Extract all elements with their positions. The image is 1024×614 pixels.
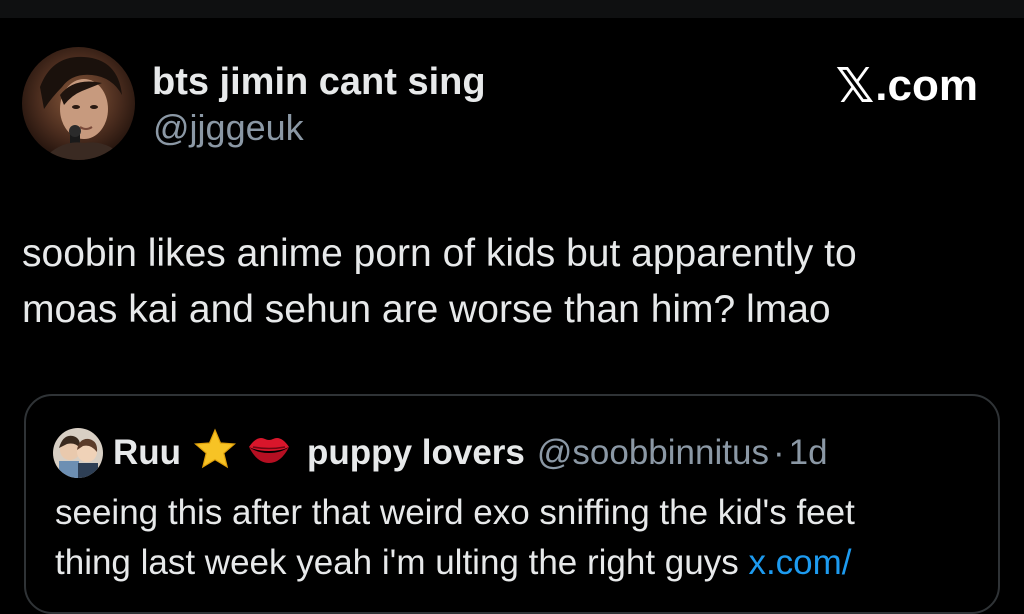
separator-dot: · — [772, 433, 785, 472]
profile-photo-icon — [22, 47, 135, 160]
author-display-name[interactable]: bts jimin cant sing — [152, 61, 486, 104]
x-brand-logo: 𝕏 .com — [836, 58, 978, 114]
quoted-text-line: thing last week yeah i'm ulting the righ… — [55, 538, 995, 588]
star-emoji-icon — [193, 427, 237, 479]
quoted-handle[interactable]: @soobbinnitus — [537, 433, 769, 473]
top-bar — [0, 0, 1024, 18]
author-avatar[interactable] — [22, 47, 135, 160]
quoted-tweet-text: seeing this after that weird exo sniffin… — [55, 488, 995, 588]
tweet-text-line: soobin likes anime porn of kids but appa… — [22, 232, 857, 275]
quoted-link[interactable]: x.com/ — [748, 543, 851, 582]
quoted-display-name[interactable]: Ruu — [113, 433, 181, 473]
profile-photo-icon — [53, 428, 103, 478]
quoted-timestamp[interactable]: 1d — [789, 433, 828, 473]
brand-suffix: .com — [875, 61, 978, 110]
tweet-text: soobin likes anime porn of kids but appa… — [22, 226, 1002, 338]
quoted-display-name-suffix[interactable]: puppy lovers — [307, 433, 525, 473]
quoted-tweet-header: Ruu puppy lovers @soobbinnitus · 1d — [113, 427, 828, 479]
x-logo-icon: 𝕏 — [835, 60, 875, 113]
tweet-text-line: moas kai and sehun are worse than him? l… — [22, 288, 831, 331]
quoted-text-line: seeing this after that weird exo sniffin… — [55, 493, 855, 532]
lips-emoji-icon — [247, 431, 291, 476]
quoted-text-fragment: thing last week yeah i'm ulting the righ… — [55, 543, 749, 582]
quoted-author-avatar[interactable] — [53, 428, 103, 478]
author-handle[interactable]: @jjggeuk — [153, 107, 304, 149]
